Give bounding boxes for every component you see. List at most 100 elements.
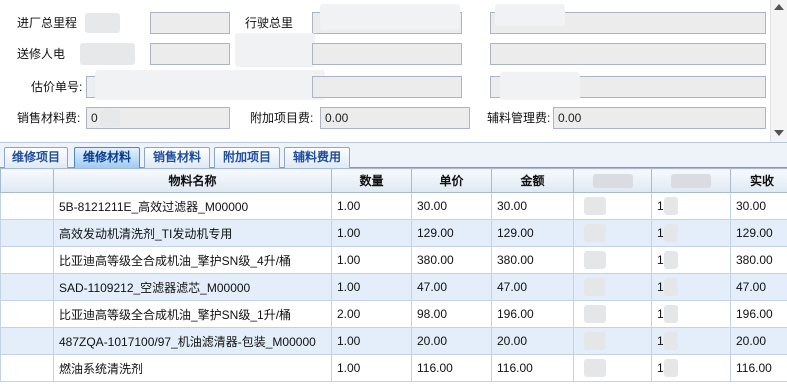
quantity-cell[interactable]: 2.00 [331, 300, 412, 328]
unit-price-cell[interactable]: 30.00 [411, 192, 492, 220]
column-7-cell[interactable]: 1 [651, 192, 731, 220]
redacted-block [235, 33, 315, 67]
tab-repair-materials[interactable]: 维修材料 [74, 147, 140, 168]
material-name-cell[interactable]: 燃油系统清洗剂 [53, 354, 332, 382]
received-cell[interactable]: 116.00 [730, 354, 787, 382]
column-7-value: 1 [657, 334, 664, 348]
form-row-mileage: 进厂总里程 行驶总里 [0, 4, 770, 34]
received-cell[interactable]: 129.00 [730, 219, 787, 247]
received-cell[interactable]: 196.00 [730, 300, 787, 328]
redacted-cell[interactable] [573, 300, 652, 328]
quantity-cell[interactable]: 1.00 [331, 192, 412, 220]
redacted-cell[interactable] [573, 273, 652, 301]
table-row[interactable]: SAD-1109212_空滤器滤芯_M00000 1.00 47.00 47.0… [0, 273, 787, 301]
quantity-cell[interactable]: 1.00 [331, 273, 412, 301]
form-field-r2c2[interactable] [312, 43, 462, 65]
row-header-cell[interactable] [0, 273, 54, 301]
column-header-quantity[interactable]: 数量 [331, 168, 412, 193]
unit-price-cell[interactable]: 47.00 [411, 273, 492, 301]
tab-extra-items[interactable]: 附加项目 [214, 147, 280, 168]
unit-price-cell[interactable]: 116.00 [411, 354, 492, 382]
column-7-cell[interactable]: 1 [651, 327, 731, 355]
quantity-cell[interactable]: 1.00 [331, 327, 412, 355]
amount-cell[interactable]: 380.00 [491, 246, 574, 274]
row-header-cell[interactable] [0, 354, 54, 382]
material-name-cell[interactable]: 比亚迪高等级全合成机油_擎护SN级_1升/桶 [53, 300, 332, 328]
amount-cell[interactable]: 196.00 [491, 300, 574, 328]
column-header-unit-price[interactable]: 单价 [411, 168, 492, 193]
form-field-r2c3[interactable] [490, 43, 766, 65]
unit-price-cell[interactable]: 98.00 [411, 300, 492, 328]
column-7-cell[interactable]: 1 [651, 273, 731, 301]
column-header-redacted-2[interactable] [651, 168, 731, 193]
row-header-cell[interactable] [0, 246, 54, 274]
quantity-cell[interactable]: 1.00 [331, 246, 412, 274]
unit-price-cell[interactable]: 380.00 [411, 246, 492, 274]
table-row[interactable]: 比亚迪高等级全合成机油_擎护SN级_4升/桶 1.00 380.00 380.0… [0, 246, 787, 274]
sender-label: 送修人电 [17, 47, 66, 61]
quantity-cell[interactable]: 1.00 [331, 354, 412, 382]
redacted-cell[interactable] [573, 246, 652, 274]
material-name-cell[interactable]: 高效发动机清洗剂_TI发动机专用 [53, 219, 332, 247]
form-vertical-scrollbar[interactable] [770, 0, 787, 142]
amount-cell[interactable]: 47.00 [491, 273, 574, 301]
received-cell[interactable]: 30.00 [730, 192, 787, 220]
received-cell[interactable]: 47.00 [730, 273, 787, 301]
sender-field[interactable] [150, 43, 230, 65]
amount-cell[interactable]: 20.00 [491, 327, 574, 355]
scroll-up-arrow-icon[interactable] [774, 4, 784, 10]
received-cell[interactable]: 380.00 [730, 246, 787, 274]
table-row[interactable]: 高效发动机清洗剂_TI发动机专用 1.00 129.00 129.00 1 12… [0, 219, 787, 247]
travel-total-label: 行驶总里 [245, 16, 294, 30]
form-row-fees: 销售材料费: 0 附加项目费: 0.00 辅料管理费: 0.00 [0, 107, 770, 129]
column-7-cell[interactable]: 1 [651, 354, 731, 382]
column-header-received[interactable]: 实收 [730, 168, 787, 193]
redacted-block [85, 13, 120, 33]
amount-cell[interactable]: 30.00 [491, 192, 574, 220]
column-7-value: 1 [657, 361, 664, 375]
tab-aux-fees[interactable]: 辅料费用 [284, 147, 350, 168]
material-name-cell[interactable]: 5B-8121211E_高效过滤器_M00000 [53, 192, 332, 220]
unit-price-cell[interactable]: 20.00 [411, 327, 492, 355]
column-header-amount[interactable]: 金额 [491, 168, 574, 193]
redacted-cell[interactable] [573, 354, 652, 382]
extra-item-fee-field[interactable]: 0.00 [320, 107, 470, 129]
aux-material-mgmt-fee-field[interactable]: 0.00 [553, 107, 766, 129]
row-header-cell[interactable] [0, 300, 54, 328]
material-name-cell[interactable]: 487ZQA-1017100/97_机油滤清器-包装_M00000 [53, 327, 332, 355]
material-name-cell[interactable]: SAD-1109212_空滤器滤芯_M00000 [53, 273, 332, 301]
redacted-block [584, 197, 606, 215]
table-row[interactable]: 比亚迪高等级全合成机油_擎护SN级_1升/桶 2.00 98.00 196.00… [0, 300, 787, 328]
redacted-block [495, 4, 565, 26]
redacted-cell[interactable] [573, 219, 652, 247]
amount-cell[interactable]: 116.00 [491, 354, 574, 382]
amount-cell[interactable]: 129.00 [491, 219, 574, 247]
material-name-cell[interactable]: 比亚迪高等级全合成机油_擎护SN级_4升/桶 [53, 246, 332, 274]
column-7-cell[interactable]: 1 [651, 219, 731, 247]
row-header-cell[interactable] [0, 327, 54, 355]
table-row[interactable]: 487ZQA-1017100/97_机油滤清器-包装_M00000 1.00 2… [0, 327, 787, 355]
column-header-redacted-1[interactable] [573, 168, 652, 193]
row-header-cell[interactable] [0, 192, 54, 220]
scroll-down-arrow-icon[interactable] [774, 130, 784, 136]
redacted-block [664, 197, 678, 215]
quantity-cell[interactable]: 1.00 [331, 219, 412, 247]
received-cell[interactable]: 20.00 [730, 327, 787, 355]
redacted-block [584, 359, 606, 377]
tab-repair-items[interactable]: 维修项目 [4, 147, 68, 168]
column-header-material-name[interactable]: 物料名称 [53, 168, 332, 193]
unit-price-cell[interactable]: 129.00 [411, 219, 492, 247]
table-row[interactable]: 燃油系统清洗剂 1.00 116.00 116.00 1 116.00 [0, 354, 787, 382]
column-7-cell[interactable]: 1 [651, 300, 731, 328]
table-row[interactable]: 5B-8121211E_高效过滤器_M00000 1.00 30.00 30.0… [0, 192, 787, 220]
row-header-cell[interactable] [0, 219, 54, 247]
redacted-cell[interactable] [573, 327, 652, 355]
redacted-cell[interactable] [573, 192, 652, 220]
column-7-cell[interactable]: 1 [651, 246, 731, 274]
entry-mileage-field[interactable] [150, 12, 230, 34]
redacted-block [584, 332, 606, 350]
form-field-r3c2[interactable] [312, 76, 462, 98]
redacted-block [584, 278, 606, 296]
column-7-value: 1 [657, 253, 664, 267]
tab-sales-materials[interactable]: 销售材料 [144, 147, 210, 168]
